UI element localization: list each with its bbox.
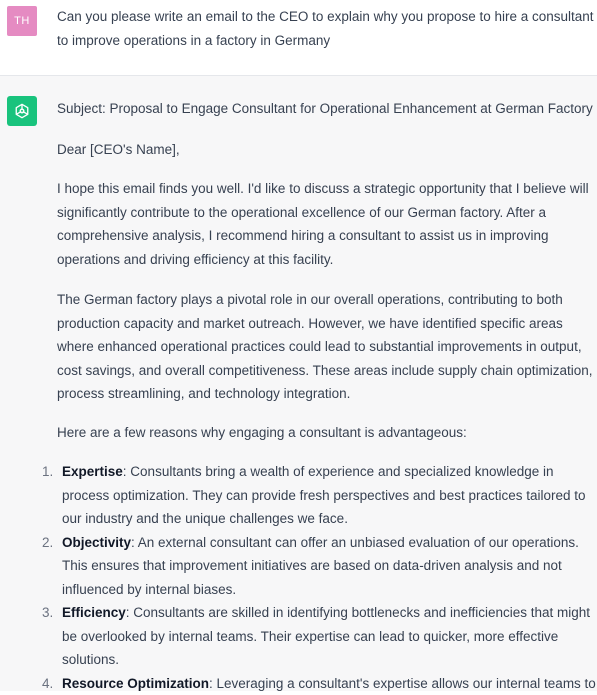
email-paragraph-intro: I hope this email finds you well. I'd li… (57, 177, 597, 271)
list-item: 2.Objectivity: An external consultant ca… (57, 531, 597, 602)
list-item-title: Efficiency (62, 605, 126, 620)
list-number: 4. (42, 672, 57, 695)
email-subject: Subject: Proposal to Engage Consultant f… (57, 97, 597, 121)
list-item-text: : Consultants are skilled in identifying… (62, 605, 590, 667)
assistant-avatar (7, 96, 37, 126)
user-message-row: TH Can you please write an email to the … (0, 0, 597, 76)
list-item-title: Resource Optimization (62, 676, 209, 691)
list-item-title: Expertise (62, 464, 123, 479)
list-item: 3.Efficiency: Consultants are skilled in… (57, 601, 597, 672)
list-item-title: Objectivity (62, 535, 131, 550)
email-paragraph-reasons-lead: Here are a few reasons why engaging a co… (57, 421, 597, 445)
list-number: 3. (42, 601, 57, 625)
openai-logo-icon (12, 101, 32, 121)
list-item: 4.Resource Optimization: Leveraging a co… (57, 672, 597, 695)
user-avatar: TH (7, 6, 37, 36)
list-item-text: : An external consultant can offer an un… (62, 535, 579, 597)
reasons-list: 1.Expertise: Consultants bring a wealth … (57, 460, 597, 695)
list-number: 2. (42, 531, 57, 555)
user-message-text: Can you please write an email to the CEO… (57, 5, 597, 52)
assistant-message-row: Subject: Proposal to Engage Consultant f… (0, 76, 597, 691)
email-paragraph-context: The German factory plays a pivotal role … (57, 288, 597, 406)
email-greeting: Dear [CEO's Name], (57, 138, 597, 162)
list-number: 1. (42, 460, 57, 484)
list-item: 1.Expertise: Consultants bring a wealth … (57, 460, 597, 531)
list-item-text: : Consultants bring a wealth of experien… (62, 464, 586, 526)
list-item-text: : Leveraging a consultant's expertise al… (209, 676, 596, 691)
